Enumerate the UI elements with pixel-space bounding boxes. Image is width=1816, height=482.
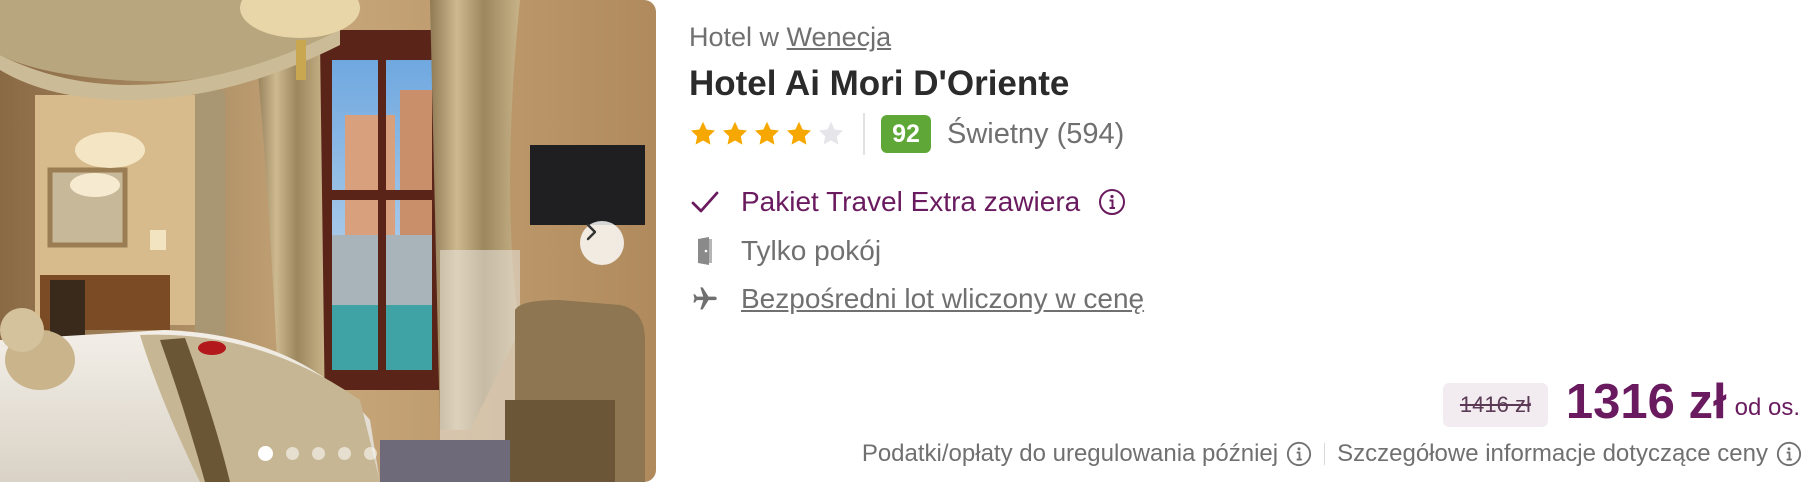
price-notes: Podatki/opłaty do uregulowania później S… [862,439,1802,469]
hotel-name[interactable]: Hotel Ai Mori D'Oriente [689,64,1069,104]
star-filled-icon [690,121,716,145]
star-empty-icon [818,121,844,145]
door-icon [689,235,721,267]
rating-divider [863,113,865,155]
location-city-link[interactable]: Wenecja [787,22,892,52]
hotel-card[interactable]: Hotel w Wenecja Hotel Ai Mori D'Oriente … [0,0,1816,482]
hotel-image-gallery[interactable] [0,0,656,482]
gallery-dot[interactable] [286,447,299,460]
plane-icon [689,283,721,315]
feature-label: Pakiet Travel Extra zawiera [741,186,1081,217]
hotel-location: Hotel w Wenecja [689,22,891,53]
old-price: 1416 zł [1442,383,1548,427]
location-prefix: Hotel w [689,22,780,52]
gallery-dot[interactable] [312,447,325,460]
info-icon[interactable] [1776,441,1802,467]
feature-label: Tylko pokój [741,235,882,266]
gallery-dot[interactable] [338,447,351,460]
taxes-note: Podatki/opłaty do uregulowania później [861,440,1279,467]
feature-travel-extra: Pakiet Travel Extra zawiera [689,184,1126,220]
review-score-label[interactable]: Świetny (594) [947,118,1124,151]
star-filled-icon [786,121,812,145]
current-price: 1316 zł [1565,375,1727,429]
next-photo-button[interactable] [580,221,624,265]
rating-row: 92 Świetny (594) [689,113,1124,155]
star-filled-icon [754,121,780,145]
star-rating [689,120,845,148]
star-filled-icon [722,121,748,145]
check-icon [689,186,721,218]
info-icon[interactable] [1286,441,1312,467]
gallery-dot[interactable] [364,447,377,460]
chevron-right-icon [586,223,597,241]
price-block: 1416 zł 1316 zł od os. [1442,375,1800,429]
feature-label[interactable]: Bezpośredni lot wliczony w cenę [741,283,1144,315]
info-icon[interactable] [1098,188,1126,216]
review-score-badge: 92 [881,115,931,153]
price-details-note[interactable]: Szczegółowe informacje dotyczące ceny [1337,440,1768,468]
feature-room-only: Tylko pokój [689,233,881,269]
notes-divider [1324,443,1326,465]
hotel-room-photo [0,0,656,482]
per-person-label: od os. [1734,394,1800,421]
gallery-dot[interactable] [258,446,273,461]
gallery-pagination [258,446,377,461]
feature-direct-flight[interactable]: Bezpośredni lot wliczony w cenę [689,281,1144,317]
